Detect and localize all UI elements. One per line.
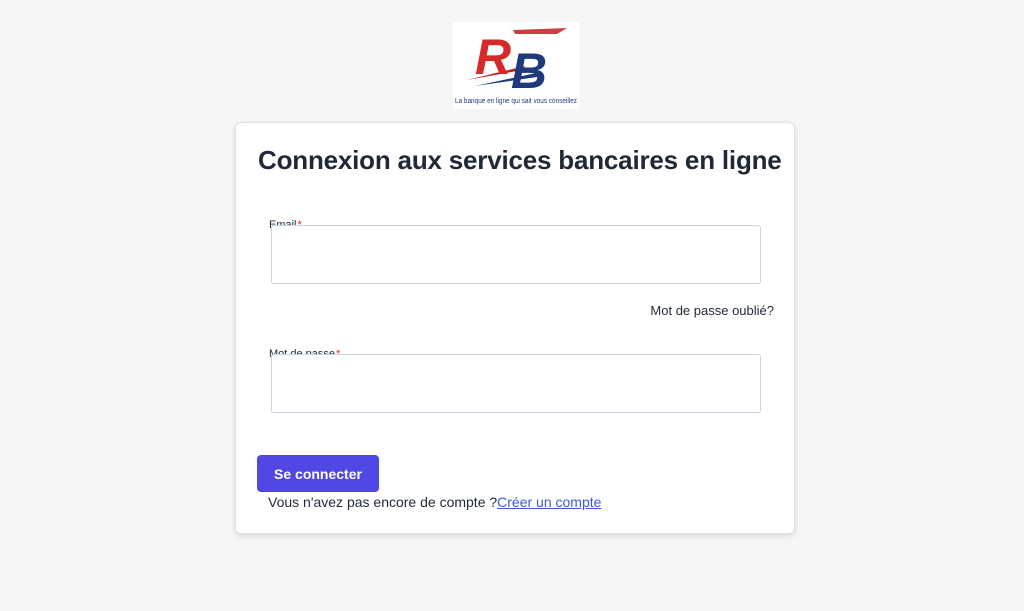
logo-letter-b: B: [511, 43, 547, 99]
login-card: Connexion aux services bancaires en lign…: [235, 122, 795, 534]
create-account-link[interactable]: Créer un compte: [497, 494, 601, 510]
signup-prompt: Vous n'avez pas encore de compte ?Créer …: [268, 494, 601, 510]
email-field[interactable]: [271, 225, 761, 284]
sign-in-button[interactable]: Se connecter: [257, 455, 379, 492]
bank-logo: R B La banque en ligne qui sait vous con…: [453, 22, 579, 109]
forgot-password-link[interactable]: Mot de passe oublié?: [650, 303, 774, 318]
logo-tagline: La banque en ligne qui sait vous conseil…: [455, 98, 577, 105]
page-title: Connexion aux services bancaires en lign…: [258, 145, 782, 175]
password-field[interactable]: [271, 354, 761, 413]
no-account-text: Vous n'avez pas encore de compte ?: [268, 494, 498, 510]
rb-logo-graphic: R B La banque en ligne qui sait vous con…: [455, 28, 577, 105]
logo-letter-r: R: [475, 29, 511, 85]
logo-top-swoosh: [513, 28, 567, 34]
